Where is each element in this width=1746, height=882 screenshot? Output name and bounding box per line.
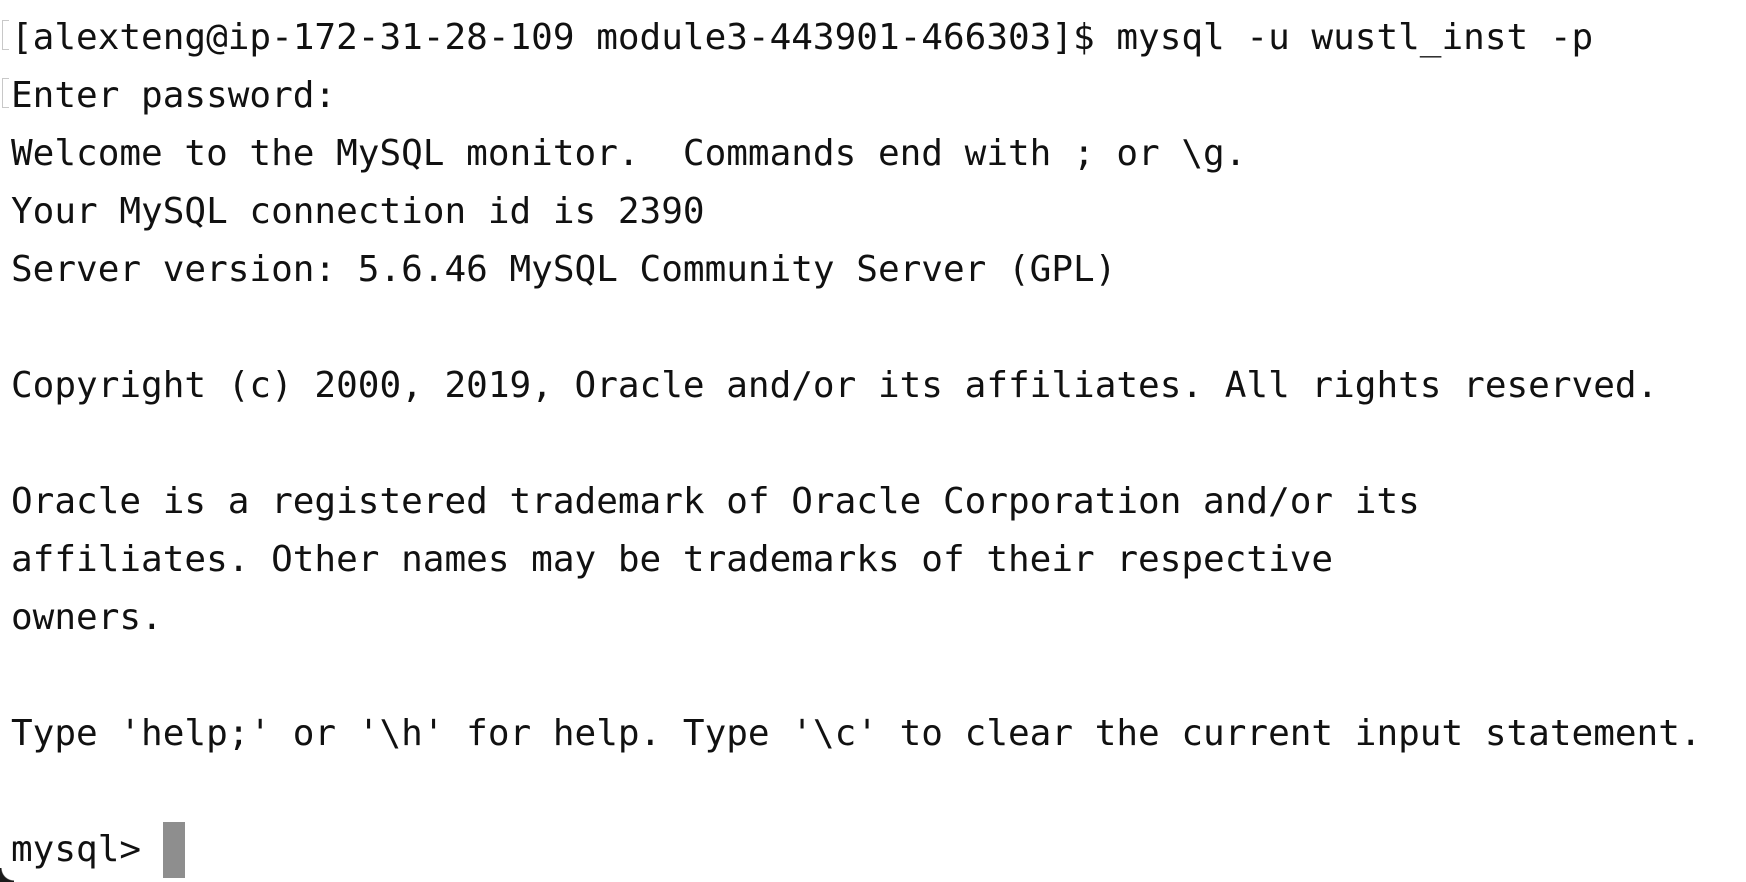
copyright-line: Copyright (c) 2000, 2019, Oracle and/or … <box>11 365 1659 406</box>
help-hint-line: Type 'help;' or '\h' for help. Type '\c'… <box>11 713 1702 754</box>
trademark-line-1: Oracle is a registered trademark of Orac… <box>11 481 1420 522</box>
connection-id-line: Your MySQL connection id is 2390 <box>11 191 705 232</box>
text-cursor <box>163 822 186 878</box>
trademark-line-3: owners. <box>11 597 163 638</box>
line-mark-icon <box>2 78 9 108</box>
password-prompt: Enter password: <box>11 75 337 116</box>
command-line: [alexteng@ip-172-31-28-109 module3-44390… <box>11 17 1594 58</box>
terminal-window[interactable]: [alexteng@ip-172-31-28-109 module3-44390… <box>0 0 1746 882</box>
window-corner <box>0 868 14 882</box>
trademark-line-2: affiliates. Other names may be trademark… <box>11 539 1334 580</box>
server-version-line: Server version: 5.6.46 MySQL Community S… <box>11 249 1117 290</box>
mysql-prompt: mysql> <box>11 829 142 870</box>
line-mark-icon <box>2 20 9 50</box>
mysql-prompt-line[interactable]: mysql> <box>11 821 1746 879</box>
welcome-message: Welcome to the MySQL monitor. Commands e… <box>11 133 1247 174</box>
